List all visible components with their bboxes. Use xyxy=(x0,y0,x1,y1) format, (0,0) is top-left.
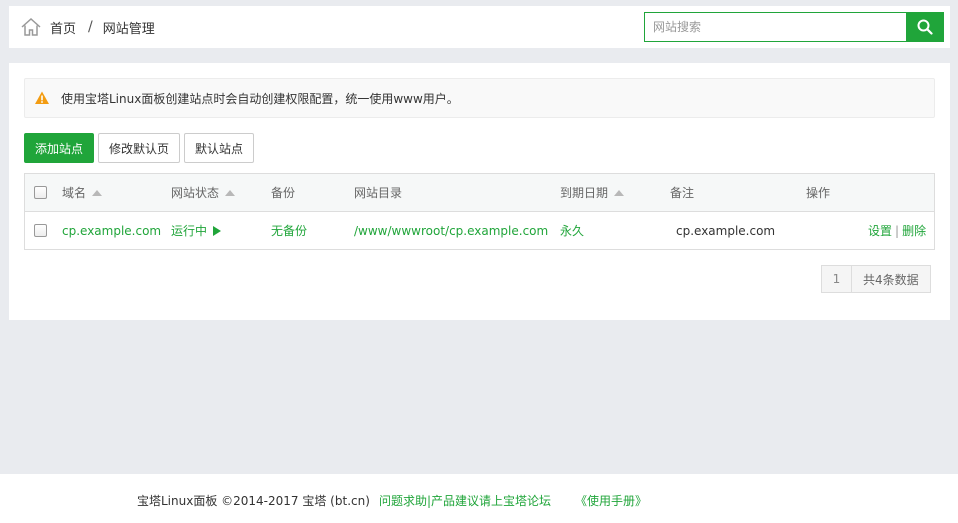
notice-text: 使用宝塔Linux面板创建站点时会自动创建权限配置，统一使用www用户。 xyxy=(61,91,459,106)
search-box xyxy=(644,12,944,42)
site-remark[interactable]: cp.example.com xyxy=(676,224,775,238)
add-site-button[interactable]: 添加站点 xyxy=(24,133,94,163)
header-backup: 备份 xyxy=(271,186,296,200)
site-domain-link[interactable]: cp.example.com xyxy=(62,224,161,238)
sort-up-icon xyxy=(225,189,236,196)
sort-up-icon xyxy=(92,189,103,196)
search-input[interactable] xyxy=(644,12,906,42)
pagination: 1 共4条数据 xyxy=(821,265,931,293)
site-table: 域名 网站状态 备份 网站目录 到期日期 备注 操作 cp.example.co… xyxy=(24,173,935,250)
footer-copyright: 宝塔Linux面板 ©2014-2017 宝塔 (bt.cn) xyxy=(137,494,370,508)
toolbar: 添加站点 修改默认页 默认站点 xyxy=(24,133,258,163)
row-actions: 设置 | 删除 xyxy=(868,222,926,239)
select-all-checkbox[interactable] xyxy=(34,186,47,199)
site-status-toggle[interactable]: 运行中 xyxy=(171,222,222,239)
breadcrumb: 首页 / 网站管理 xyxy=(20,6,155,48)
header-remark: 备注 xyxy=(670,186,695,200)
header-status[interactable]: 网站状态 xyxy=(171,184,236,201)
actions-separator: | xyxy=(895,223,900,238)
footer-help-link[interactable]: 问题求助|产品建议请上宝塔论坛 xyxy=(379,492,551,509)
edit-default-page-button[interactable]: 修改默认页 xyxy=(98,133,180,163)
search-icon xyxy=(917,19,933,35)
delete-link[interactable]: 删除 xyxy=(902,222,926,239)
settings-link[interactable]: 设置 xyxy=(868,222,892,239)
default-site-button[interactable]: 默认站点 xyxy=(184,133,254,163)
warning-icon xyxy=(34,90,50,106)
breadcrumb-home[interactable]: 首页 xyxy=(50,18,76,37)
breadcrumb-current: 网站管理 xyxy=(102,21,155,37)
header-root: 网站目录 xyxy=(354,186,403,200)
page-number[interactable]: 1 xyxy=(821,265,852,293)
footer-manual-link[interactable]: 《使用手册》 xyxy=(575,492,647,509)
footer: 宝塔Linux面板 ©2014-2017 宝塔 (bt.cn) 问题求助|产品建… xyxy=(0,474,958,523)
table-header: 域名 网站状态 备份 网站目录 到期日期 备注 操作 xyxy=(25,174,934,212)
notice-bar: 使用宝塔Linux面板创建站点时会自动创建权限配置，统一使用www用户。 xyxy=(24,78,935,118)
breadcrumb-separator: / xyxy=(88,19,93,35)
row-checkbox[interactable] xyxy=(34,224,47,237)
site-expire-link[interactable]: 永久 xyxy=(560,222,584,239)
table-row: cp.example.com 运行中 无备份 /www/wwwroot/cp.e… xyxy=(25,212,934,249)
header-domain[interactable]: 域名 xyxy=(62,184,103,201)
header-expire[interactable]: 到期日期 xyxy=(560,184,625,201)
home-icon[interactable] xyxy=(20,16,42,38)
site-root-link[interactable]: /www/wwwroot/cp.example.com xyxy=(354,224,548,238)
play-icon xyxy=(213,225,222,236)
site-backup-link[interactable]: 无备份 xyxy=(271,222,307,239)
search-button[interactable] xyxy=(906,12,944,42)
sort-up-icon xyxy=(614,189,625,196)
total-count: 共4条数据 xyxy=(852,265,931,293)
site-management-panel: 使用宝塔Linux面板创建站点时会自动创建权限配置，统一使用www用户。 添加站… xyxy=(9,63,950,320)
top-bar: 首页 / 网站管理 xyxy=(9,6,950,48)
header-actions: 操作 xyxy=(806,186,831,200)
